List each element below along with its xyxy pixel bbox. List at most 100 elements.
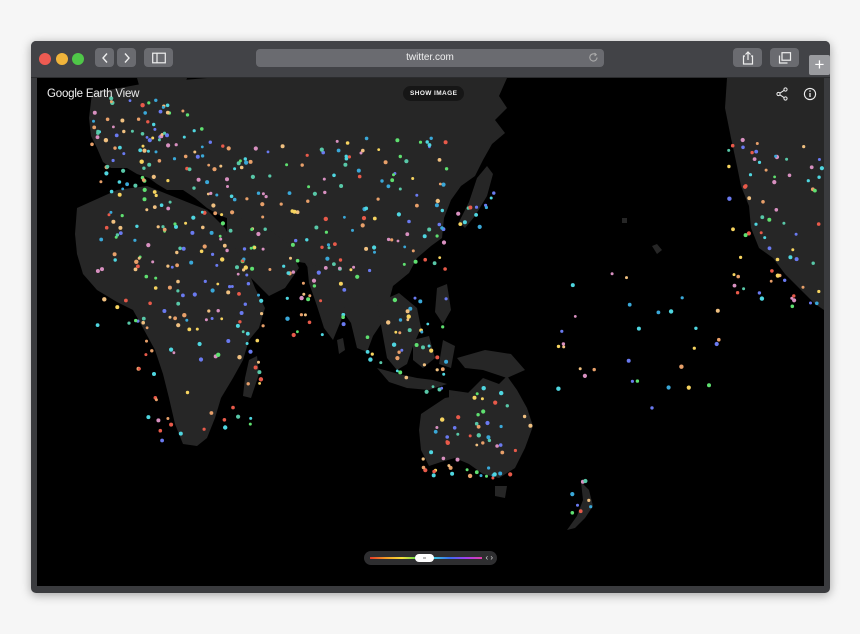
- imagery-dot[interactable]: [176, 301, 181, 306]
- imagery-dot[interactable]: [402, 262, 406, 266]
- imagery-dot[interactable]: [627, 302, 632, 307]
- imagery-dot[interactable]: [692, 346, 696, 350]
- imagery-dot[interactable]: [730, 143, 735, 148]
- imagery-dot[interactable]: [208, 140, 212, 144]
- imagery-dot[interactable]: [787, 173, 792, 178]
- imagery-dot[interactable]: [96, 129, 100, 134]
- imagery-dot[interactable]: [418, 299, 423, 304]
- imagery-dot[interactable]: [203, 279, 207, 283]
- imagery-dot[interactable]: [493, 400, 498, 405]
- imagery-dot[interactable]: [398, 154, 402, 159]
- imagery-dot[interactable]: [306, 297, 311, 302]
- imagery-dot[interactable]: [679, 364, 684, 369]
- imagery-dot[interactable]: [257, 293, 260, 297]
- imagery-dot[interactable]: [207, 309, 211, 313]
- imagery-dot[interactable]: [772, 180, 777, 185]
- imagery-dot[interactable]: [226, 339, 231, 343]
- imagery-dot[interactable]: [121, 168, 126, 173]
- imagery-dot[interactable]: [455, 457, 460, 462]
- imagery-dot[interactable]: [285, 296, 289, 300]
- imagery-dot[interactable]: [792, 294, 796, 298]
- imagery-dot[interactable]: [286, 271, 291, 275]
- imagery-dot[interactable]: [398, 370, 403, 375]
- imagery-dot[interactable]: [207, 163, 211, 167]
- imagery-dot[interactable]: [476, 413, 480, 417]
- imagery-dot[interactable]: [445, 435, 450, 439]
- imagery-dot[interactable]: [173, 222, 177, 226]
- imagery-dot[interactable]: [732, 283, 737, 288]
- imagery-dot[interactable]: [422, 363, 426, 367]
- imagery-dot[interactable]: [142, 187, 147, 192]
- imagery-dot[interactable]: [440, 208, 444, 213]
- imagery-dot[interactable]: [816, 222, 821, 226]
- imagery-dot[interactable]: [764, 168, 768, 172]
- imagery-dot[interactable]: [443, 267, 447, 271]
- imagery-dot[interactable]: [583, 478, 588, 484]
- imagery-dot[interactable]: [794, 232, 798, 236]
- imagery-dot[interactable]: [241, 330, 245, 334]
- tabs-button[interactable]: [770, 48, 799, 67]
- imagery-dot[interactable]: [151, 174, 156, 179]
- imagery-dot[interactable]: [204, 318, 208, 322]
- imagery-dot[interactable]: [175, 250, 179, 255]
- imagery-dot[interactable]: [406, 314, 411, 319]
- imagery-dot[interactable]: [570, 511, 575, 515]
- imagery-dot[interactable]: [528, 423, 533, 428]
- imagery-dot[interactable]: [570, 492, 575, 497]
- imagery-dot[interactable]: [377, 148, 381, 151]
- imagery-dot[interactable]: [801, 285, 805, 289]
- imagery-dot[interactable]: [666, 385, 671, 390]
- imagery-dot[interactable]: [413, 259, 418, 264]
- imagery-dot[interactable]: [715, 308, 720, 313]
- imagery-dot[interactable]: [767, 217, 772, 222]
- imagery-dot[interactable]: [442, 372, 446, 376]
- imagery-dot[interactable]: [112, 252, 117, 257]
- imagery-dot[interactable]: [626, 358, 631, 363]
- imagery-dot[interactable]: [253, 146, 258, 151]
- imagery-dot[interactable]: [111, 158, 115, 163]
- imagery-dot[interactable]: [364, 246, 369, 251]
- imagery-dot[interactable]: [115, 305, 120, 310]
- imagery-dot[interactable]: [625, 276, 628, 280]
- forward-button[interactable]: [117, 48, 136, 67]
- imagery-dot[interactable]: [508, 472, 513, 477]
- imagery-dot[interactable]: [154, 398, 158, 402]
- imagery-dot[interactable]: [176, 279, 180, 284]
- imagery-dot[interactable]: [220, 213, 224, 217]
- back-button[interactable]: [95, 48, 114, 67]
- imagery-dot[interactable]: [790, 304, 795, 309]
- imagery-dot[interactable]: [261, 192, 265, 196]
- imagery-dot[interactable]: [183, 154, 188, 159]
- imagery-dot[interactable]: [169, 422, 174, 427]
- imagery-dot[interactable]: [109, 189, 114, 194]
- imagery-dot[interactable]: [95, 135, 100, 140]
- imagery-dot[interactable]: [433, 429, 438, 434]
- imagery-dot[interactable]: [809, 301, 812, 305]
- imagery-dot[interactable]: [757, 291, 762, 295]
- imagery-dot[interactable]: [175, 263, 180, 268]
- imagery-dot[interactable]: [181, 246, 186, 251]
- imagery-dot[interactable]: [491, 476, 495, 480]
- imagery-dot[interactable]: [403, 245, 407, 249]
- imagery-dot[interactable]: [244, 160, 249, 165]
- imagery-dot[interactable]: [200, 210, 204, 214]
- imagery-dot[interactable]: [474, 205, 479, 209]
- imagery-dot[interactable]: [441, 240, 447, 245]
- imagery-dot[interactable]: [205, 180, 210, 185]
- imagery-dot[interactable]: [474, 470, 479, 475]
- imagery-dot[interactable]: [338, 281, 343, 286]
- imagery-dot[interactable]: [195, 327, 199, 331]
- imagery-dot[interactable]: [761, 200, 765, 204]
- imagery-dot[interactable]: [486, 435, 491, 440]
- imagery-dot[interactable]: [341, 322, 346, 327]
- imagery-dot[interactable]: [113, 258, 117, 262]
- imagery-dot[interactable]: [343, 215, 346, 219]
- imagery-dot[interactable]: [326, 243, 331, 247]
- imagery-dot[interactable]: [427, 227, 432, 232]
- imagery-dot[interactable]: [191, 215, 196, 220]
- imagery-dot[interactable]: [386, 184, 391, 189]
- imagery-dot[interactable]: [290, 242, 295, 247]
- google-earth-view-logo[interactable]: Google Earth View: [47, 88, 139, 100]
- imagery-dot[interactable]: [303, 313, 307, 317]
- imagery-dot[interactable]: [456, 415, 461, 420]
